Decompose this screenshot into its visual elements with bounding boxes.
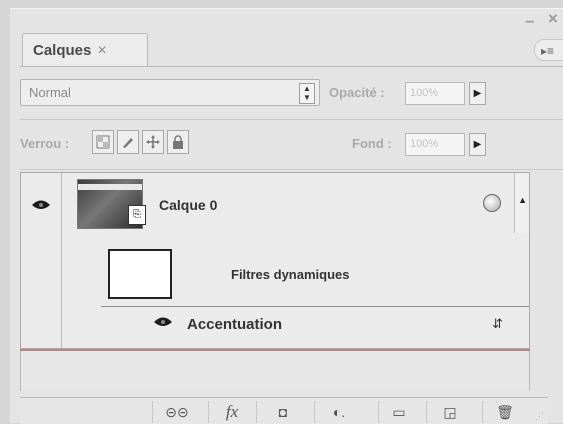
opacity-label: Opacité : (329, 85, 385, 100)
link-layers-icon[interactable]: ⊝⊝ (162, 402, 192, 422)
layer-row-accentuation[interactable]: Accentuation (61, 307, 529, 349)
trash-icon[interactable]: 🗑 (490, 402, 520, 422)
fill-label: Fond : (352, 136, 392, 151)
layer-name: Accentuation (187, 316, 283, 333)
tab-label: Calques (33, 42, 92, 59)
filter-options-icon[interactable]: ⇵ (492, 316, 503, 332)
fill-arrow-button[interactable]: ▶ (469, 133, 486, 156)
toolbar-divider (426, 401, 427, 423)
smart-object-icon: ⎘ (128, 205, 146, 225)
fill-field[interactable]: 100% (405, 133, 465, 156)
blend-row: Normal ▲ ▼ Opacité : 100% ▶ (20, 75, 553, 115)
lock-position-icon[interactable] (142, 130, 164, 154)
layer-name: Calque 0 (159, 197, 218, 213)
tab-close-icon[interactable]: × (97, 42, 106, 60)
lock-pixels-icon[interactable] (117, 130, 139, 154)
blend-mode-stepper[interactable]: ▲ ▼ (299, 83, 315, 104)
lock-label: Verrou : (20, 136, 70, 151)
toolbar-divider (152, 401, 153, 423)
filter-mask-thumbnail[interactable] (108, 249, 172, 299)
opacity-field[interactable]: 100% (405, 82, 465, 105)
minimize-icon[interactable]: – (525, 11, 534, 31)
toolbar-divider (378, 401, 379, 423)
tab-calques[interactable]: Calques × (22, 33, 148, 67)
smart-object-badge-icon (483, 194, 501, 212)
lock-all-icon[interactable] (167, 130, 189, 154)
eye-icon[interactable] (31, 199, 51, 211)
folder-icon[interactable]: ▭ (384, 402, 414, 422)
separator (20, 169, 563, 170)
list-bottom-line (20, 349, 530, 351)
layers-list: ⎘ Calque 0 ▲ Filtres dynamiques Accentua… (20, 172, 530, 349)
layer-row-calque-0[interactable]: ⎘ Calque 0 ▲ (61, 173, 529, 239)
new-layer-icon[interactable]: ◲ (435, 402, 465, 422)
close-panel-icon[interactable]: × (548, 9, 558, 29)
empty-layer-area (20, 349, 530, 391)
toolbar-divider (256, 401, 257, 423)
scroll-up-icon[interactable]: ▲ (518, 195, 527, 205)
layer-thumbnail: ⎘ (77, 179, 146, 229)
separator (20, 119, 563, 120)
lock-transparency-icon[interactable] (92, 130, 114, 154)
toolbar-divider (482, 401, 483, 423)
toolbar-divider (208, 401, 209, 423)
opacity-arrow-button[interactable]: ▶ (469, 82, 486, 105)
tab-divider (20, 66, 563, 67)
panel-menu-button[interactable]: ▸≡ (534, 39, 563, 61)
lock-row: Verrou : Fond : 100% ▶ (20, 126, 553, 166)
toolbar-divider (314, 401, 315, 423)
blend-mode-select[interactable]: Normal ▲ ▼ (20, 79, 320, 106)
resize-grip-icon[interactable]: ⋰ (535, 411, 544, 422)
fx-icon[interactable]: fx (217, 402, 247, 422)
adjustment-layer-icon[interactable]: ◐. (324, 402, 354, 422)
bottom-toolbar: ⊝⊝ fx ◘ ◐. ▭ ◲ 🗑 ⋰ (20, 397, 548, 424)
layer-name: Filtres dynamiques (231, 267, 350, 282)
mask-icon[interactable]: ◘ (268, 402, 298, 422)
lock-icons (92, 130, 192, 154)
layers-panel: – × ▸≡ Calques × Normal ▲ ▼ Opacité : 100… (10, 8, 563, 424)
blend-mode-value: Normal (29, 85, 71, 100)
